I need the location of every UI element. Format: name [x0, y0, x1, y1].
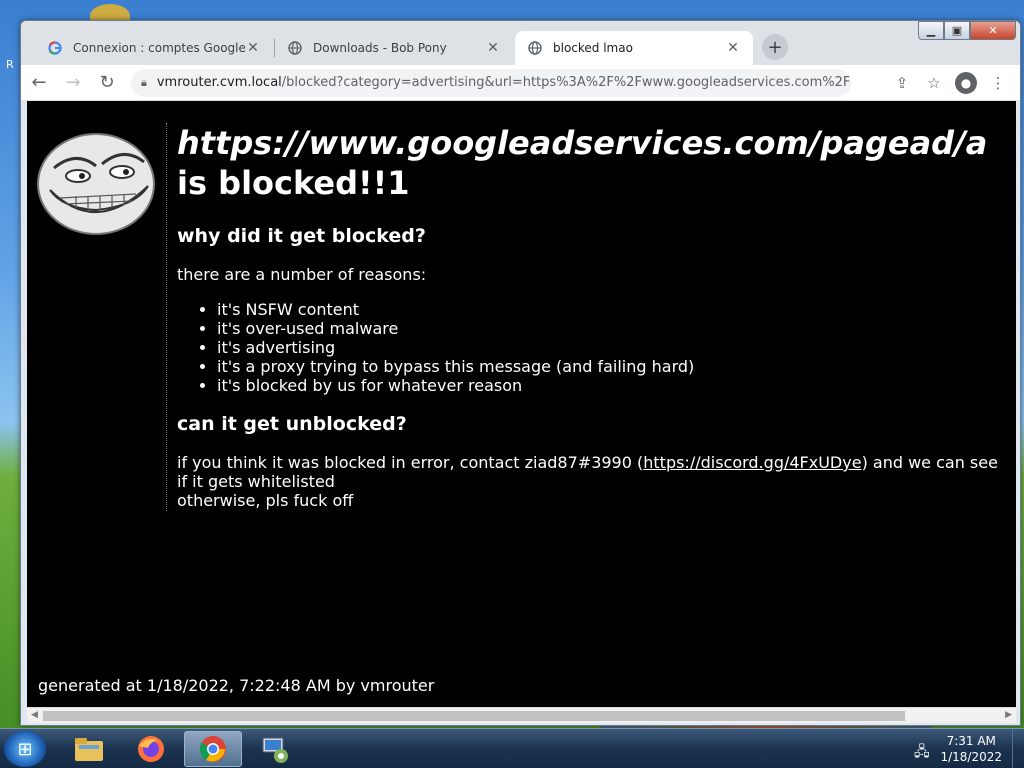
globe-icon: [287, 40, 303, 56]
browser-toolbar: ← → ↻ 🔒︎ vmrouter.cvm.local/blocked?cate…: [21, 65, 1020, 101]
lock-icon[interactable]: 🔒︎: [141, 76, 147, 90]
blocked-url: https://www.googleadservices.com/pagead/…: [177, 124, 988, 162]
maximize-icon[interactable]: ▣: [944, 21, 970, 40]
clock-date: 1/18/2022: [940, 750, 1002, 764]
forward-arrow-icon[interactable]: →: [57, 67, 89, 99]
unblock-text: if you think it was blocked in error, co…: [177, 453, 644, 472]
toolbar-actions: ⇪ ☆ ● ⋮: [886, 67, 1014, 99]
new-tab-button[interactable]: +: [762, 34, 788, 60]
reload-icon[interactable]: ↻: [91, 67, 123, 99]
address-host: vmrouter.cvm.local: [156, 75, 282, 90]
firefox-icon[interactable]: [122, 731, 180, 767]
reasons-intro: there are a number of reasons:: [177, 265, 427, 284]
taskbar: ⊞ 🖧︎ 7:31 AM 1/18/2022: [0, 728, 1024, 768]
blocked-message: https://www.googleadservices.com/pagead/…: [177, 123, 1012, 510]
window-controls: ▁ ▣ ✕: [918, 21, 1016, 41]
tab-downloads[interactable]: Downloads - Bob Pony ✕: [275, 31, 513, 65]
discord-link[interactable]: https://discord.gg/4FxUDye: [643, 453, 861, 472]
back-arrow-icon[interactable]: ←: [23, 67, 55, 99]
list-item: it's over-used malware: [217, 319, 1012, 338]
list-item: it's a proxy trying to bypass this messa…: [217, 357, 1012, 376]
browser-window: Connexion : comptes Google ✕ Downloads -…: [20, 20, 1021, 726]
start-button[interactable]: ⊞: [4, 731, 46, 767]
tab-google-accounts[interactable]: Connexion : comptes Google ✕: [35, 31, 273, 65]
trollface-image: [37, 133, 155, 235]
profile-button[interactable]: ●: [950, 67, 982, 99]
scroll-left-icon[interactable]: ◀: [31, 710, 38, 720]
show-desktop-button[interactable]: [1012, 729, 1024, 768]
list-item: it's NSFW content: [217, 300, 1012, 319]
tab-title: Connexion : comptes Google: [73, 41, 245, 55]
minimize-icon[interactable]: ▁: [918, 21, 944, 40]
unblock-paragraph: if you think it was blocked in error, co…: [177, 453, 1012, 510]
google-g-icon: [47, 40, 63, 56]
why-heading: why did it get blocked?: [177, 225, 426, 247]
address-path: /blocked?category=advertising&url=https%…: [281, 75, 851, 90]
network-tray-icon[interactable]: 🖧︎: [914, 741, 930, 765]
page-title: https://www.googleadservices.com/pagead/…: [177, 123, 1012, 203]
blocked-page: https://www.googleadservices.com/pagead/…: [27, 101, 1016, 707]
tab-title: Downloads - Bob Pony: [313, 41, 447, 55]
list-item: it's blocked by us for whatever reason: [217, 376, 1012, 395]
tab-close-icon[interactable]: ✕: [485, 40, 501, 56]
tab-close-icon[interactable]: ✕: [725, 40, 741, 56]
generated-footer: generated at 1/18/2022, 7:22:48 AM by vm…: [38, 676, 435, 695]
tab-blocked[interactable]: blocked lmao ✕: [515, 31, 753, 65]
close-window-icon[interactable]: ✕: [970, 21, 1016, 40]
horizontal-scrollbar[interactable]: ◀ ▶: [27, 707, 1016, 723]
otherwise-text: otherwise, pls fuck off: [177, 491, 354, 510]
tab-strip: Connexion : comptes Google ✕ Downloads -…: [21, 21, 1020, 65]
menu-kebab-icon[interactable]: ⋮: [982, 67, 1014, 99]
avatar-icon: ●: [955, 71, 977, 94]
explorer-icon[interactable]: [60, 731, 118, 767]
system-clock[interactable]: 7:31 AM 1/18/2022: [940, 733, 1002, 765]
content-divider: [166, 123, 167, 511]
globe-icon: [527, 40, 543, 56]
bookmark-star-icon[interactable]: ☆: [918, 67, 950, 99]
network-settings-icon[interactable]: [246, 731, 304, 767]
tab-title: blocked lmao: [553, 41, 633, 55]
unblock-heading: can it get unblocked?: [177, 413, 407, 435]
address-bar[interactable]: 🔒︎ vmrouter.cvm.local/blocked?category=a…: [131, 68, 851, 97]
clock-time: 7:31 AM: [946, 734, 996, 748]
scrollbar-thumb[interactable]: [43, 711, 905, 721]
scroll-right-icon[interactable]: ▶: [1005, 710, 1012, 720]
list-item: it's advertising: [217, 338, 1012, 357]
desktop-icon-label-fragment: R: [6, 58, 14, 71]
blocked-suffix: is blocked!!1: [177, 164, 410, 202]
share-icon[interactable]: ⇪: [886, 67, 918, 99]
reasons-list: it's NSFW content it's over-used malware…: [217, 300, 1012, 395]
tab-close-icon[interactable]: ✕: [245, 40, 261, 56]
chrome-icon[interactable]: [184, 731, 242, 767]
